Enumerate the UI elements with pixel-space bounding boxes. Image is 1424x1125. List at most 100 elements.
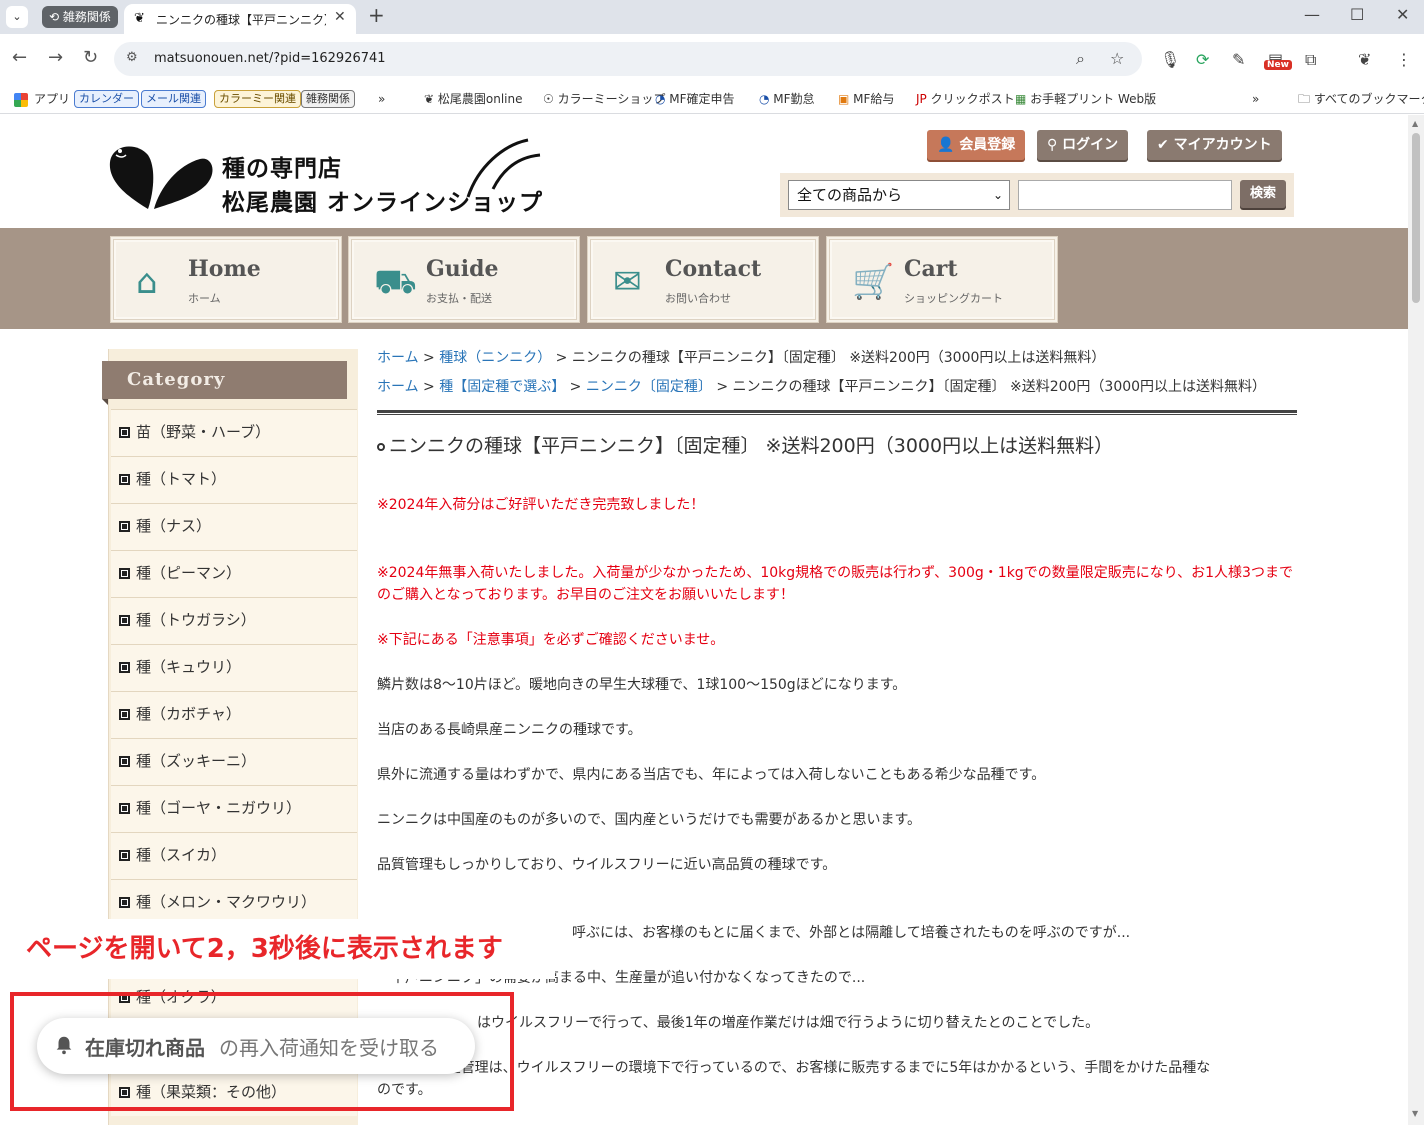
bookmark-item[interactable]: ▦ お手軽プリント Web版 <box>1015 89 1156 109</box>
bullet-icon <box>119 897 130 908</box>
scrollbar-thumb[interactable] <box>1412 133 1420 303</box>
global-nav: ⌂ Home ホーム ⛟ Guide お支払・配送 ✉ Contact お問い合… <box>0 228 1408 329</box>
menu-kebab-icon[interactable]: ⋮ <box>1396 50 1412 69</box>
register-button[interactable]: 👤 会員登録 <box>927 130 1026 160</box>
back-arrow-icon[interactable]: ← <box>12 47 27 68</box>
nav-guide[interactable]: ⛟ Guide お支払・配送 <box>348 236 580 323</box>
nav-contact[interactable]: ✉ Contact お問い合わせ <box>587 236 819 323</box>
breadcrumb: ホーム > 種【固定種で選ぶ】 > ニンニク〔固定種〕 > ニンニクの種球【平戸… <box>377 379 1267 395</box>
bookmarks-overflow-left[interactable]: » <box>378 89 385 109</box>
search-scope-value: 全ての商品から <box>797 186 903 204</box>
bookmark-item[interactable]: ❦ 松尾農園online <box>424 89 522 109</box>
breadcrumb-category-link[interactable]: 種【固定種で選ぶ】 <box>439 379 565 395</box>
arrival-notice: ※2024年無事入荷いたしました。入荷量が少なかったため、10kg規格での販売は… <box>377 565 1293 603</box>
title-divider <box>377 410 1297 415</box>
bookmarks-overflow-right[interactable]: » <box>1252 89 1259 109</box>
url-text[interactable]: matsuonouen.net/?pid=162926741 <box>154 51 386 66</box>
bookmark-folder-misc[interactable]: 雑務関係 <box>301 90 355 108</box>
nav-cart[interactable]: 🛒 Cart ショッピングカート <box>826 236 1058 323</box>
bookmark-item[interactable]: JP クリックポスト <box>916 89 1015 109</box>
shop-logo[interactable]: 種の専門店 松尾農園 オンラインショップ <box>108 137 548 217</box>
restock-notification-button[interactable]: 在庫切れ商品 の再入荷通知を受け取る <box>37 1018 475 1074</box>
close-window-icon[interactable]: ✕ <box>1396 5 1409 24</box>
site-favicon-icon: ❦ <box>134 11 145 26</box>
category-item[interactable]: 苗（野菜・ハーブ） <box>111 409 357 456</box>
page-scrollbar[interactable]: ▲ ▼ <box>1408 115 1424 1125</box>
login-button[interactable]: ⚲ ログイン <box>1037 130 1129 160</box>
category-label: 苗（野菜・ハーブ） <box>136 423 271 441</box>
nav-home[interactable]: ⌂ Home ホーム <box>110 236 342 323</box>
caution-notice: ※下記にある「注意事項」を必ずご確認くださいませ。 <box>377 632 725 648</box>
category-label: 種（ピーマン） <box>136 564 242 582</box>
bullet-icon <box>119 662 130 673</box>
tab-group-chip[interactable]: ⟲ 雑務関係 <box>42 6 118 28</box>
all-bookmarks[interactable]: 🗀 すべてのブックマーク <box>1298 89 1424 109</box>
category-item[interactable]: 種（ズッキーニ） <box>111 738 357 785</box>
site-info-icon[interactable]: ⚙ <box>126 50 138 65</box>
breadcrumb-current: ニンニクの種球【平戸ニンニク】〔固定種〕 ※送料200円（3000円以上は送料無… <box>732 379 1267 395</box>
envelope-icon: ✉ <box>613 262 642 302</box>
nav-label-en: Home <box>188 256 261 282</box>
bullet-icon <box>119 521 130 532</box>
close-tab-icon[interactable]: ✕ <box>334 9 346 25</box>
breadcrumb-category-link[interactable]: ニンニク〔固定種〕 <box>586 379 712 395</box>
category-label: 種（スイカ） <box>136 846 227 864</box>
my-account-button[interactable]: ✔ マイアカウント <box>1147 130 1282 160</box>
restock-strong-text: 在庫切れ商品 <box>85 1036 205 1060</box>
bookmark-item[interactable]: ◔ MF確定申告 <box>655 89 735 109</box>
bookmark-folder-mail[interactable]: メール関連 <box>141 90 206 108</box>
bookmark-folder-calendar[interactable]: カレンダー <box>74 90 139 108</box>
extensions-puzzle-icon[interactable]: ⧉ <box>1305 50 1316 70</box>
tab-search-button[interactable]: ⌄ <box>6 6 28 28</box>
bookmarks-bar: アプリ カレンダー メール関連 カラーミー関連 雑務関係 » ❦ 松尾農園onl… <box>0 84 1424 114</box>
category-item[interactable]: 種（ナス） <box>111 503 357 550</box>
category-item[interactable]: 種（ピーマン） <box>111 550 357 597</box>
minimize-icon[interactable]: — <box>1304 5 1320 24</box>
category-item[interactable]: 種（キュウリ） <box>111 644 357 691</box>
shopping-cart-icon: 🛒 <box>852 262 895 302</box>
forward-arrow-icon[interactable]: → <box>48 47 63 68</box>
new-tab-button[interactable]: + <box>368 3 385 27</box>
zoom-icon[interactable]: ⌕ <box>1076 49 1085 69</box>
maximize-icon[interactable]: ☐ <box>1350 5 1364 24</box>
breadcrumb-category-link[interactable]: 種球（ニンニク） <box>439 350 551 366</box>
bookmark-folder-colorme[interactable]: カラーミー関連 <box>214 90 301 108</box>
breadcrumb-home-link[interactable]: ホーム <box>377 379 419 395</box>
category-item[interactable]: 種（トマト） <box>111 456 357 503</box>
category-heading: Category <box>102 361 347 405</box>
search-scope-select[interactable]: 全ての商品から ⌄ <box>788 180 1010 210</box>
breadcrumb: ホーム > 種球（ニンニク） > ニンニクの種球【平戸ニンニク】〔固定種〕 ※送… <box>377 350 1106 366</box>
bookmark-apps[interactable]: アプリ <box>14 89 70 109</box>
scroll-up-arrow-icon[interactable]: ▲ <box>1412 119 1418 128</box>
search-input[interactable] <box>1018 180 1232 210</box>
category-item[interactable]: 種（スイカ） <box>111 832 357 879</box>
address-bar[interactable]: ⚙ matsuonouen.net/?pid=162926741 ⌕ ☆ <box>114 42 1142 76</box>
category-item[interactable]: 種（ゴーヤ・ニガウリ） <box>111 785 357 832</box>
login-label: ログイン <box>1062 137 1119 153</box>
bookmark-item[interactable]: ☉ カラーミーショップ <box>543 89 665 109</box>
bookmark-label: MF確定申告 <box>669 92 735 106</box>
category-item[interactable]: 種（トウガラシ） <box>111 597 357 644</box>
house-icon: ⌂ <box>136 262 158 302</box>
new-badge: New <box>1264 60 1292 70</box>
microphone-icon[interactable]: 🎙 <box>1160 50 1180 69</box>
bookmark-label: クリックポスト <box>930 92 1015 106</box>
chevron-down-icon: ⌄ <box>992 188 1003 202</box>
reload-icon[interactable]: ↻ <box>83 47 98 68</box>
bookmark-item[interactable]: ◔ MF勤怠 <box>759 89 815 109</box>
bullet-icon <box>119 850 130 861</box>
pen-extension-icon[interactable]: ✎ <box>1232 50 1245 69</box>
sync-extension-icon[interactable]: ⟳ <box>1196 50 1209 69</box>
bookmark-item[interactable]: ▣ MF給与 <box>838 89 894 109</box>
profile-avatar-icon[interactable]: ❦ <box>1358 50 1371 69</box>
nav-label-en: Cart <box>904 256 958 282</box>
scroll-down-arrow-icon[interactable]: ▼ <box>1412 1109 1418 1118</box>
tab-group-label: 雑務関係 <box>62 10 111 24</box>
bookmark-star-icon[interactable]: ☆ <box>1110 49 1124 68</box>
bullet-icon <box>119 474 130 485</box>
register-label: 会員登録 <box>959 137 1016 153</box>
active-tab[interactable]: ❦ ニンニクの種球【平戸ニンニク】〔固定 ✕ <box>124 4 356 34</box>
category-item[interactable]: 種（カボチャ） <box>111 691 357 738</box>
search-button[interactable]: 検索 <box>1240 180 1286 208</box>
breadcrumb-home-link[interactable]: ホーム <box>377 350 419 366</box>
